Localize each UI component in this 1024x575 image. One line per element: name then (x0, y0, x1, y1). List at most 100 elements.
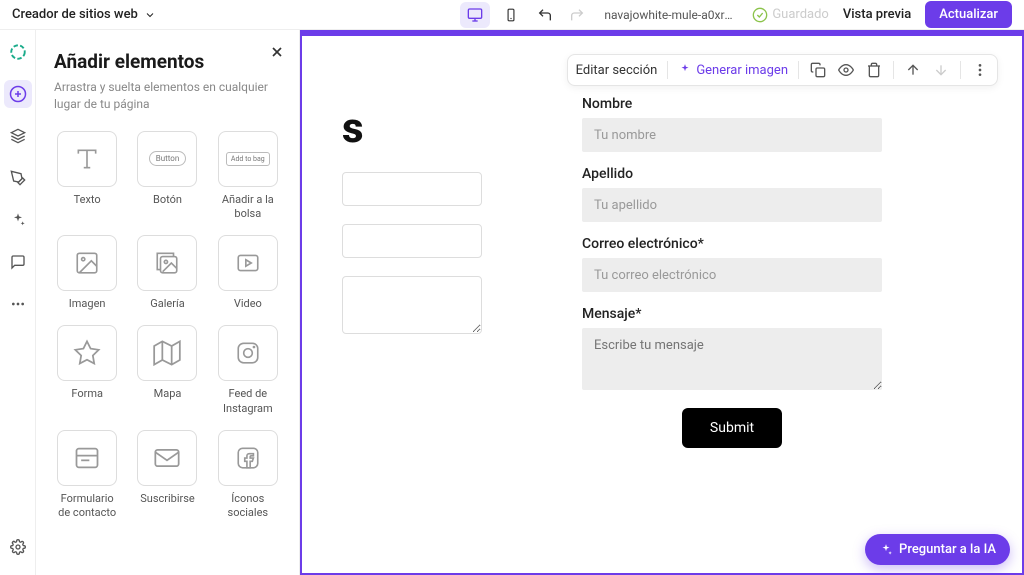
undo-icon (537, 7, 553, 23)
mobile-device-button[interactable] (496, 2, 526, 28)
element-contact-form[interactable]: Formulario de contacto (54, 430, 120, 521)
text-icon (74, 146, 100, 172)
facebook-icon (235, 445, 261, 471)
element-image[interactable]: Imagen (54, 235, 120, 311)
copy-icon (810, 62, 826, 78)
element-add-to-bag[interactable]: Add to bag Añadir a la bolsa (215, 131, 281, 222)
comments-button[interactable] (4, 248, 32, 276)
ai-tools-button[interactable] (4, 206, 32, 234)
element-social-icons[interactable]: Íconos sociales (215, 430, 281, 521)
panel-subtitle: Arrastra y suelta elementos en cualquier… (54, 79, 281, 113)
redo-button[interactable] (564, 2, 590, 28)
sparkle-icon (879, 543, 893, 557)
trash-icon (866, 62, 882, 78)
element-button[interactable]: Button Botón (134, 131, 200, 222)
element-map[interactable]: Mapa (134, 325, 200, 416)
eye-icon (838, 62, 854, 78)
more-options-button[interactable] (971, 61, 989, 79)
preview-button[interactable]: Vista previa (843, 7, 911, 22)
instagram-icon (235, 340, 261, 366)
star-icon (73, 339, 101, 367)
message-textarea[interactable] (582, 328, 882, 390)
email-input[interactable] (582, 258, 882, 292)
lastname-input[interactable] (582, 188, 882, 222)
layers-icon (10, 128, 26, 144)
contact-form: Nombre Apellido Correo electrónico* Mens… (582, 96, 882, 543)
sparkles-icon (10, 212, 26, 228)
chevron-down-icon (144, 9, 156, 21)
element-video[interactable]: Video (215, 235, 281, 311)
arrow-up-icon (905, 62, 921, 78)
divider (960, 61, 961, 79)
topbar: Creador de sitios web navajowhite-mule-a… (0, 0, 1024, 30)
lastname-label: Apellido (582, 166, 882, 182)
map-icon (153, 339, 181, 367)
message-label: Mensaje* (582, 306, 882, 322)
name-label: Nombre (582, 96, 882, 112)
elements-panel: Añadir elementos Arrastra y suelta eleme… (36, 30, 300, 575)
site-title: Creador de sitios web (12, 7, 138, 22)
layers-button[interactable] (4, 122, 32, 150)
more-vertical-icon (972, 62, 988, 78)
hidden-textarea[interactable] (342, 276, 482, 334)
ask-ai-label: Preguntar a la IA (899, 542, 996, 557)
undo-button[interactable] (532, 2, 558, 28)
addtobag-chip: Add to bag (226, 152, 270, 166)
close-panel-button[interactable] (269, 44, 285, 60)
panel-title: Añadir elementos (54, 50, 281, 73)
saved-indicator: Guardado (752, 7, 829, 23)
update-button[interactable]: Actualizar (925, 1, 1012, 28)
redo-icon (569, 7, 585, 23)
close-icon (269, 44, 285, 60)
styles-button[interactable] (4, 164, 32, 192)
add-elements-button[interactable] (4, 80, 32, 108)
edit-section-button[interactable]: Editar sección (576, 63, 658, 78)
submit-button[interactable]: Submit (682, 408, 782, 448)
generate-image-button[interactable]: Generar imagen (678, 63, 788, 78)
settings-button[interactable] (4, 533, 32, 561)
page-url[interactable]: navajowhite-mule-a0xrbjxe2... (596, 4, 746, 26)
email-label: Correo electrónico* (582, 236, 882, 252)
element-text[interactable]: Texto (54, 131, 120, 222)
visibility-button[interactable] (837, 61, 855, 79)
heading-fragment: s (342, 104, 364, 153)
desktop-device-button[interactable] (460, 2, 490, 28)
element-shape[interactable]: Forma (54, 325, 120, 416)
move-up-button[interactable] (904, 61, 922, 79)
logo-icon[interactable] (4, 38, 32, 66)
left-rail (0, 30, 36, 575)
button-chip: Button (149, 151, 187, 166)
ask-ai-button[interactable]: Preguntar a la IA (865, 534, 1010, 565)
image-icon (74, 250, 100, 276)
hidden-input-1[interactable] (342, 172, 482, 206)
video-icon (235, 250, 261, 276)
divider (798, 61, 799, 79)
gear-icon (10, 539, 26, 555)
mobile-icon (504, 8, 518, 22)
delete-button[interactable] (865, 61, 883, 79)
canvas: Editar sección Generar imagen s (300, 30, 1024, 575)
page-frame[interactable]: Editar sección Generar imagen s (300, 30, 1024, 575)
pen-icon (10, 170, 26, 186)
duplicate-button[interactable] (809, 61, 827, 79)
hidden-input-2[interactable] (342, 224, 482, 258)
desktop-icon (467, 7, 483, 23)
gallery-icon (154, 250, 180, 276)
element-subscribe[interactable]: Suscribirse (134, 430, 200, 521)
sparkle-icon (678, 63, 692, 77)
envelope-icon (153, 444, 181, 472)
divider (667, 61, 668, 79)
section-toolbar: Editar sección Generar imagen (567, 54, 998, 86)
arrow-down-icon (933, 62, 949, 78)
element-gallery[interactable]: Galería (134, 235, 200, 311)
divider (893, 61, 894, 79)
element-instagram[interactable]: Feed de Instagram (215, 325, 281, 416)
move-down-button[interactable] (932, 61, 950, 79)
more-button[interactable] (4, 290, 32, 318)
comment-icon (10, 254, 26, 270)
plus-circle-icon (9, 85, 27, 103)
name-input[interactable] (582, 118, 882, 152)
saved-label: Guardado (772, 7, 829, 22)
check-circle-icon (752, 7, 768, 23)
site-switcher[interactable]: Creador de sitios web (12, 7, 156, 22)
